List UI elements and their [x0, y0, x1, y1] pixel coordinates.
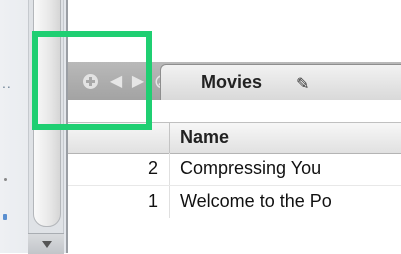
scroll-down-button[interactable] — [28, 233, 64, 254]
tab-movies[interactable]: Movies ✎ — [160, 64, 401, 100]
column-header-name[interactable]: Name — [180, 127, 229, 148]
highlight-box — [32, 31, 152, 130]
column-divider[interactable] — [169, 123, 170, 153]
table-row[interactable]: 1 Welcome to the Po — [68, 186, 401, 218]
pencil-icon[interactable]: ✎ — [296, 74, 309, 94]
table-row[interactable]: 2 Compressing You — [68, 153, 401, 186]
sidebar-marker — [4, 178, 7, 181]
chevron-down-icon — [42, 241, 52, 248]
sidebar-marker-blue — [3, 214, 7, 220]
row-index: 2 — [147, 158, 158, 178]
row-name: Welcome to the Po — [180, 191, 332, 211]
column-divider — [169, 186, 170, 218]
row-name: Compressing You — [180, 158, 322, 178]
row-index: 1 — [147, 191, 158, 211]
sidebar-dots: .. — [2, 75, 12, 91]
tab-movies-label: Movies — [201, 72, 263, 92]
column-divider — [169, 153, 170, 185]
